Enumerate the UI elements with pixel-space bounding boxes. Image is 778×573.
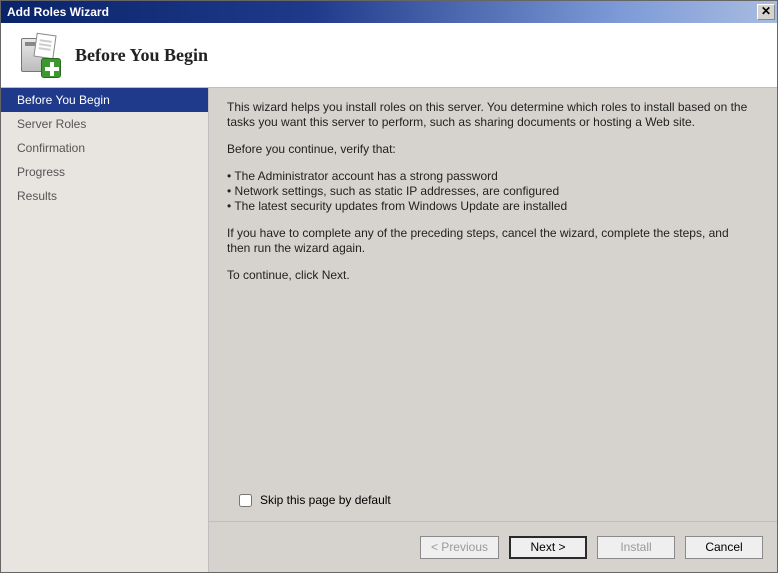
sidebar-item-before-you-begin[interactable]: Before You Begin (1, 88, 208, 112)
wizard-content: This wizard helps you install roles on t… (209, 88, 777, 572)
titlebar: Add Roles Wizard ✕ (1, 1, 777, 23)
bullet-item: The latest security updates from Windows… (227, 199, 755, 214)
cancel-button[interactable]: Cancel (685, 536, 763, 559)
skip-page-row: Skip this page by default (209, 487, 777, 522)
wizard-body: Before You Begin Server Roles Confirmati… (1, 88, 777, 572)
window-title: Add Roles Wizard (7, 5, 757, 19)
skip-page-label: Skip this page by default (260, 493, 391, 507)
intro-text: This wizard helps you install roles on t… (227, 100, 755, 130)
sidebar-item-label: Results (17, 189, 57, 203)
content-text: This wizard helps you install roles on t… (209, 88, 777, 487)
after-text: If you have to complete any of the prece… (227, 226, 755, 256)
bullet-item: The Administrator account has a strong p… (227, 169, 755, 184)
verify-heading: Before you continue, verify that: (227, 142, 755, 157)
sidebar-item-results[interactable]: Results (1, 184, 208, 208)
skip-page-checkbox[interactable] (239, 494, 252, 507)
sidebar-item-progress[interactable]: Progress (1, 160, 208, 184)
server-add-icon (15, 32, 61, 78)
bullet-item: Network settings, such as static IP addr… (227, 184, 755, 199)
wizard-header: Before You Begin (1, 23, 777, 88)
sidebar-item-label: Confirmation (17, 141, 85, 155)
add-roles-wizard-window: Add Roles Wizard ✕ Before You Begin Befo… (0, 0, 778, 573)
verify-bullets: The Administrator account has a strong p… (227, 169, 755, 214)
next-button[interactable]: Next > (509, 536, 587, 559)
wizard-footer: < Previous Next > Install Cancel (209, 522, 777, 572)
sidebar-item-server-roles[interactable]: Server Roles (1, 112, 208, 136)
sidebar-item-label: Progress (17, 165, 65, 179)
close-icon[interactable]: ✕ (757, 4, 775, 20)
install-button: Install (597, 536, 675, 559)
wizard-steps-sidebar: Before You Begin Server Roles Confirmati… (1, 88, 209, 572)
sidebar-item-confirmation[interactable]: Confirmation (1, 136, 208, 160)
page-title: Before You Begin (75, 45, 208, 66)
sidebar-item-label: Before You Begin (17, 93, 110, 107)
continue-text: To continue, click Next. (227, 268, 755, 283)
previous-button: < Previous (420, 536, 499, 559)
sidebar-item-label: Server Roles (17, 117, 86, 131)
